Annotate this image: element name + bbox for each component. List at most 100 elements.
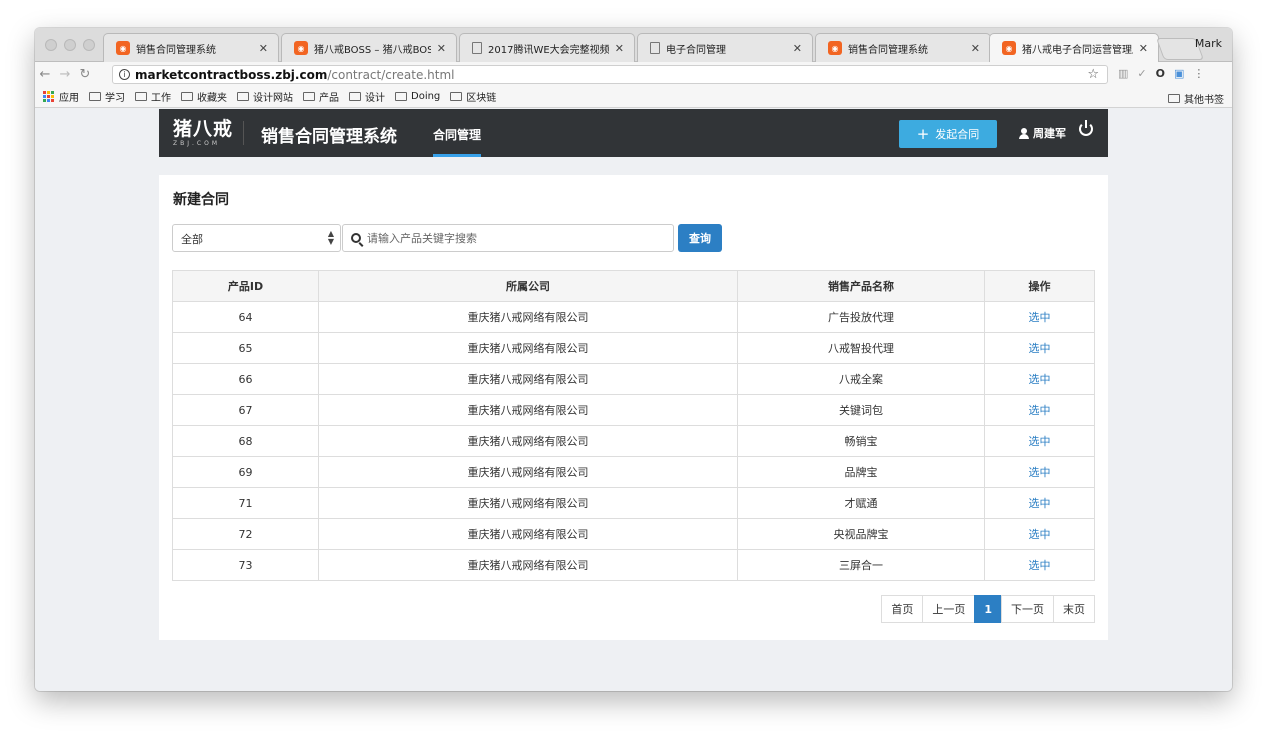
nav-contract-management[interactable]: 合同管理	[433, 109, 482, 157]
menu-icon[interactable]: ⋮	[1193, 67, 1204, 80]
window-controls	[45, 39, 95, 51]
bookmark-folder[interactable]: 学习	[89, 89, 125, 104]
url-path: /contract/create.html	[327, 67, 455, 82]
close-window-button[interactable]	[45, 39, 57, 51]
select-link[interactable]: 选中	[984, 363, 1095, 395]
select-link[interactable]: 选中	[984, 456, 1095, 488]
close-tab-icon[interactable]: ✕	[793, 42, 802, 55]
pocket-icon[interactable]: ✓	[1137, 67, 1146, 80]
bookmark-folder[interactable]: 设计网站	[237, 89, 293, 104]
back-arrow-icon[interactable]: ←	[35, 67, 55, 82]
browser-window: ◉ 销售合同管理系统 ✕ ◉ 猪八戒BOSS – 猪八戒BOSS ✕ 2017腾…	[35, 28, 1232, 691]
bookmark-label: 区块链	[466, 93, 497, 104]
close-tab-icon[interactable]: ✕	[259, 42, 268, 55]
last-page-button[interactable]: 末页	[1053, 595, 1095, 623]
close-tab-icon[interactable]: ✕	[437, 42, 446, 55]
company-filter-select[interactable]: 全部 ▲ ▼	[172, 224, 341, 252]
opera-icon[interactable]: O	[1156, 67, 1165, 80]
column-header[interactable]: 产品ID	[172, 270, 319, 302]
url-host: marketcontractboss.zbj.com	[135, 67, 328, 82]
reader-icon[interactable]: ▥	[1118, 67, 1128, 80]
select-link[interactable]: 选中	[984, 425, 1095, 457]
cell-company: 重庆猪八戒网络有限公司	[318, 549, 738, 581]
search-input[interactable]	[367, 231, 647, 245]
extensions-area: ▥ ✓ O ▣ ⋮	[1118, 67, 1204, 80]
select-link[interactable]: 选中	[984, 332, 1095, 364]
minimize-window-button[interactable]	[64, 39, 76, 51]
browser-tab[interactable]: ◉ 销售合同管理系统 ✕	[103, 33, 279, 62]
reload-icon[interactable]: ↻	[75, 67, 95, 82]
table-row: 64 重庆猪八戒网络有限公司 广告投放代理 选中	[172, 301, 1095, 333]
browser-tab[interactable]: 电子合同管理 ✕	[637, 33, 813, 62]
tab-strip: ◉ 销售合同管理系统 ✕ ◉ 猪八戒BOSS – 猪八戒BOSS ✕ 2017腾…	[35, 28, 1232, 62]
logo-text: 猪八戒	[173, 118, 234, 140]
launch-contract-button[interactable]: + 发起合同	[899, 120, 997, 148]
folder-icon	[395, 92, 407, 101]
product-search-box[interactable]	[342, 224, 674, 252]
apps-grid-icon	[43, 90, 55, 103]
browser-tab[interactable]: ◉ 销售合同管理系统 ✕	[815, 33, 991, 62]
info-icon[interactable]: i	[119, 69, 130, 80]
table-row: 66 重庆猪八戒网络有限公司 八戒全案 选中	[172, 363, 1095, 395]
select-link[interactable]: 选中	[984, 394, 1095, 426]
query-button[interactable]: 查询	[678, 224, 722, 252]
bookmark-folder[interactable]: 设计	[349, 89, 385, 104]
bookmark-folder[interactable]: 区块链	[450, 89, 496, 104]
address-bar[interactable]: i marketcontractboss.zbj.com/contract/cr…	[112, 65, 1108, 84]
cell-company: 重庆猪八戒网络有限公司	[318, 425, 738, 457]
user-menu[interactable]: 周建军	[1019, 125, 1066, 141]
nav-label: 合同管理	[433, 128, 482, 142]
cell-id: 72	[172, 518, 319, 550]
bookmark-label: 收藏夹	[197, 93, 227, 104]
profile-name[interactable]: Mark	[1195, 37, 1222, 50]
tab-title: 猪八戒电子合同运营管理后台	[1022, 44, 1133, 56]
logout-power-icon[interactable]	[1079, 120, 1093, 136]
column-header[interactable]: 销售产品名称	[737, 270, 985, 302]
cell-company: 重庆猪八戒网络有限公司	[318, 518, 738, 550]
folder-icon	[89, 92, 101, 101]
prev-page-button[interactable]: 上一页	[922, 595, 976, 623]
other-bookmarks[interactable]: 其他书签	[1168, 91, 1224, 106]
folder-icon	[349, 92, 361, 101]
cast-icon[interactable]: ▣	[1174, 67, 1184, 80]
zoom-window-button[interactable]	[83, 39, 95, 51]
close-tab-icon[interactable]: ✕	[1139, 42, 1148, 55]
close-tab-icon[interactable]: ✕	[615, 42, 624, 55]
browser-tab-active[interactable]: ◉ 猪八戒电子合同运营管理后台 ✕	[989, 33, 1159, 62]
column-header[interactable]: 所属公司	[318, 270, 738, 302]
browser-tab[interactable]: 2017腾讯WE大会完整视频 | ✕	[459, 33, 635, 62]
bookmark-folder[interactable]: 工作	[135, 89, 171, 104]
next-page-button[interactable]: 下一页	[1001, 595, 1054, 623]
zbj-favicon-icon: ◉	[1002, 41, 1016, 55]
select-link[interactable]: 选中	[984, 487, 1095, 519]
select-link[interactable]: 选中	[984, 549, 1095, 581]
first-page-button[interactable]: 首页	[881, 595, 924, 623]
document-icon	[472, 42, 482, 54]
select-link[interactable]: 选中	[984, 518, 1095, 550]
select-link[interactable]: 选中	[984, 301, 1095, 333]
table-row: 68 重庆猪八戒网络有限公司 畅销宝 选中	[172, 425, 1095, 457]
divider	[243, 121, 244, 145]
bookmark-label: 设计网站	[253, 93, 293, 104]
bookmark-star-icon[interactable]: ☆	[1087, 67, 1099, 82]
button-label: 发起合同	[935, 128, 980, 141]
current-page-button[interactable]: 1	[974, 595, 1002, 623]
zbj-logo[interactable]: 猪八戒 ZBJ.COM	[173, 119, 233, 147]
bookmark-folder[interactable]: Doing	[395, 91, 440, 102]
forward-arrow-icon[interactable]: →	[55, 67, 75, 82]
table-row: 71 重庆猪八戒网络有限公司 才赋通 选中	[172, 487, 1095, 519]
cell-id: 67	[172, 394, 319, 426]
bookmark-label: 工作	[151, 93, 171, 104]
browser-tab[interactable]: ◉ 猪八戒BOSS – 猪八戒BOSS ✕	[281, 33, 457, 62]
close-tab-icon[interactable]: ✕	[971, 42, 980, 55]
cell-product: 八戒智投代理	[737, 332, 985, 364]
bookmark-apps[interactable]: 应用	[43, 89, 79, 104]
tab-title: 销售合同管理系统	[136, 44, 216, 56]
cell-company: 重庆猪八戒网络有限公司	[318, 301, 738, 333]
bookmark-folder[interactable]: 收藏夹	[181, 89, 227, 104]
bookmark-folder[interactable]: 产品	[303, 89, 339, 104]
table-row: 72 重庆猪八戒网络有限公司 央视品牌宝 选中	[172, 518, 1095, 550]
table-header-row: 产品ID 所属公司 销售产品名称 操作	[172, 270, 1095, 302]
active-indicator	[433, 154, 482, 157]
column-header[interactable]: 操作	[984, 270, 1095, 302]
